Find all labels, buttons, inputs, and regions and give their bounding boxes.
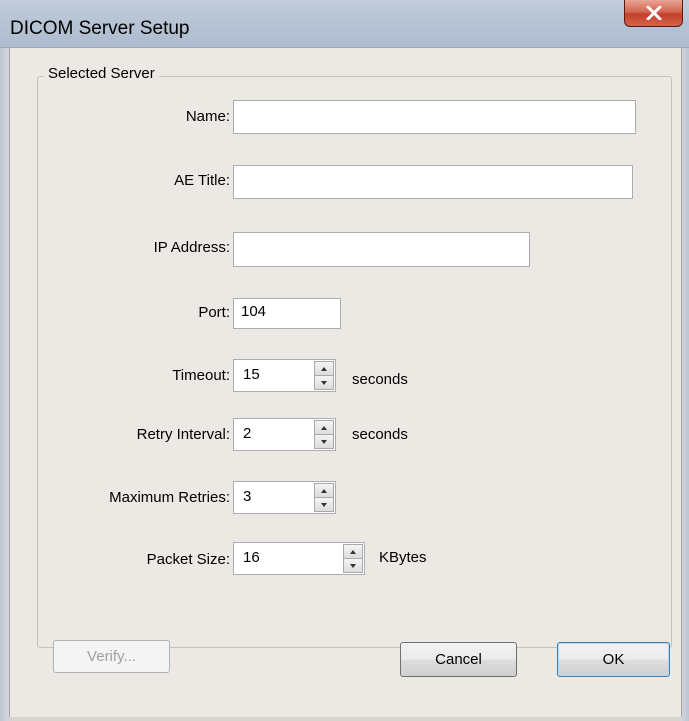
arrow-up-icon bbox=[321, 425, 327, 430]
window-title: DICOM Server Setup bbox=[10, 18, 190, 39]
ip-address-input[interactable] bbox=[233, 232, 530, 267]
arrow-down-icon bbox=[321, 380, 327, 385]
packet-size-down-button[interactable] bbox=[343, 558, 363, 573]
max-retries-up-button[interactable] bbox=[314, 483, 334, 497]
group-label: Selected Server bbox=[44, 65, 159, 82]
packet-size-value: 16 bbox=[243, 549, 260, 566]
ae-title-input[interactable] bbox=[233, 165, 633, 199]
ip-address-label: IP Address: bbox=[153, 239, 230, 256]
retry-interval-value: 2 bbox=[243, 425, 252, 442]
retry-interval-up-button[interactable] bbox=[314, 420, 334, 434]
arrow-down-icon bbox=[321, 502, 327, 507]
name-label: Name: bbox=[185, 108, 230, 125]
timeout-unit: seconds bbox=[352, 371, 408, 388]
timeout-down-button[interactable] bbox=[314, 375, 334, 390]
timeout-value: 15 bbox=[243, 366, 260, 383]
verify-button[interactable]: Verify... bbox=[53, 640, 170, 673]
packet-size-label: Packet Size: bbox=[146, 551, 230, 568]
arrow-up-icon bbox=[350, 549, 356, 554]
dialog-window: DICOM Server Setup Selected Server Name:… bbox=[0, 0, 689, 721]
close-button[interactable] bbox=[624, 0, 683, 27]
arrow-down-icon bbox=[321, 439, 327, 444]
port-input[interactable]: 104 bbox=[233, 298, 341, 329]
retry-interval-down-button[interactable] bbox=[314, 434, 334, 449]
timeout-up-button[interactable] bbox=[314, 361, 334, 375]
port-label: Port: bbox=[198, 304, 230, 321]
ae-title-label: AE Title: bbox=[174, 172, 230, 189]
retry-interval-unit: seconds bbox=[352, 426, 408, 443]
retry-interval-spinner[interactable]: 2 bbox=[233, 418, 336, 451]
packet-size-spinner[interactable]: 16 bbox=[233, 542, 365, 575]
timeout-label: Timeout: bbox=[172, 367, 230, 384]
window-border-left bbox=[0, 48, 9, 721]
arrow-up-icon bbox=[321, 366, 327, 371]
max-retries-label: Maximum Retries: bbox=[109, 489, 230, 506]
cancel-button[interactable]: Cancel bbox=[400, 642, 517, 677]
dialog-client-area: Selected Server Name: AE Title: IP Addre… bbox=[9, 48, 682, 717]
max-retries-value: 3 bbox=[243, 488, 252, 505]
max-retries-spinner[interactable]: 3 bbox=[233, 481, 336, 514]
timeout-spinner[interactable]: 15 bbox=[233, 359, 336, 392]
retry-interval-label: Retry Interval: bbox=[136, 426, 230, 443]
title-bar[interactable]: DICOM Server Setup bbox=[0, 0, 689, 48]
ok-button[interactable]: OK bbox=[557, 642, 670, 677]
close-icon bbox=[646, 6, 661, 20]
name-input[interactable] bbox=[233, 100, 636, 134]
packet-size-up-button[interactable] bbox=[343, 544, 363, 558]
packet-size-unit: KBytes bbox=[379, 549, 427, 566]
arrow-down-icon bbox=[350, 563, 356, 568]
arrow-up-icon bbox=[321, 488, 327, 493]
max-retries-down-button[interactable] bbox=[314, 497, 334, 512]
